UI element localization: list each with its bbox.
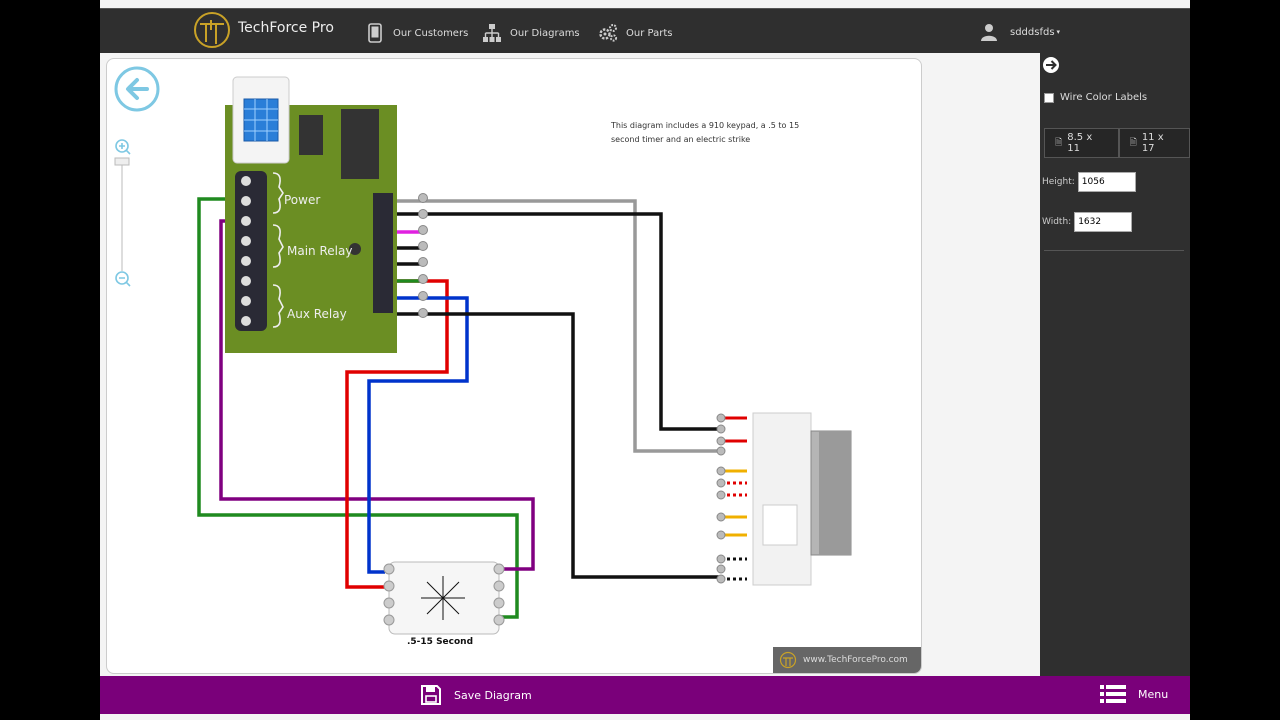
bottom-bar: Save Diagram Menu [100, 676, 1190, 714]
label-power: Power [284, 193, 321, 207]
side-panel: Wire Color Labels 🗎 8.5 x 11 🗎 11 x 17 H… [1040, 52, 1190, 676]
watermark: www.TechForcePro.com [773, 647, 921, 673]
wire-color-labels-label: Wire Color Labels [1060, 92, 1148, 103]
width-input[interactable] [1074, 212, 1133, 232]
height-row: Height: [1042, 172, 1136, 192]
height-label: Height: [1042, 177, 1075, 187]
label-aux-relay: Aux Relay [287, 307, 347, 321]
size-b-label: 11 x 17 [1141, 132, 1164, 154]
arrow-right-circle-icon[interactable] [1042, 56, 1060, 74]
width-label: Width: [1042, 217, 1072, 227]
nav-label-diagrams: Our Diagrams [510, 27, 580, 39]
right-letterbox [1190, 0, 1280, 720]
width-row: Width: [1042, 212, 1133, 232]
sitemap-icon [483, 24, 501, 42]
nav-our-parts[interactable]: Our Parts [598, 23, 672, 43]
zoom-in-icon[interactable] [115, 139, 131, 155]
tablet-icon [368, 23, 382, 43]
menu-label: Menu [1138, 687, 1169, 701]
page-size-buttons: 🗎 8.5 x 11 🗎 11 x 17 [1044, 128, 1190, 158]
caret-down-icon: ▾ [1056, 28, 1061, 36]
zoom-out-icon[interactable] [115, 271, 131, 287]
watermark-logo-icon [779, 651, 797, 669]
user-menu[interactable]: sdddsfds ▾ [980, 23, 1060, 41]
timer-label: .5-15 Second [407, 637, 474, 647]
floppy-disk-icon [421, 685, 441, 705]
timer-module [383, 561, 505, 635]
diagram-description: This diagram includes a 910 keypad, a .5… [611, 121, 800, 144]
gears-icon [599, 24, 618, 42]
nav-our-diagrams[interactable]: Our Diagrams [482, 23, 580, 43]
size-a-label: 8.5 x 11 [1067, 132, 1093, 154]
back-arrow-icon[interactable] [114, 66, 160, 112]
document-icon: 🗎 [1129, 138, 1137, 148]
panel-divider [1044, 250, 1184, 251]
size-8-5x11-button[interactable]: 🗎 8.5 x 11 [1044, 128, 1119, 158]
zoom-handle[interactable] [114, 157, 130, 166]
nav-label-parts: Our Parts [626, 27, 673, 39]
diagram-canvas[interactable]: This diagram includes a 910 keypad, a .5… [106, 58, 922, 674]
wiring-diagram [114, 66, 852, 635]
techforce-logo-icon [194, 12, 230, 48]
watermark-text: www.TechForcePro.com [803, 655, 908, 665]
electric-strike [716, 412, 852, 586]
nav-label-customers: Our Customers [393, 27, 469, 39]
app-frame: TechForce Pro Our Customers Our Diagrams… [100, 0, 1190, 720]
save-diagram-button[interactable]: Save Diagram [420, 684, 532, 706]
size-11x17-button[interactable]: 🗎 11 x 17 [1118, 128, 1190, 158]
board-terminals [418, 193, 428, 318]
username: sdddsfds [1010, 26, 1055, 38]
save-diagram-label: Save Diagram [454, 688, 532, 702]
top-navigation: TechForce Pro Our Customers Our Diagrams… [100, 8, 1190, 53]
height-input[interactable] [1077, 172, 1136, 192]
nav-our-customers[interactable]: Our Customers [365, 23, 468, 43]
wire-color-labels-toggle[interactable]: Wire Color Labels [1044, 92, 1147, 103]
wire-color-labels-checkbox[interactable] [1044, 92, 1054, 103]
user-icon [981, 24, 997, 41]
left-letterbox [0, 0, 100, 720]
menu-button[interactable]: Menu [1100, 684, 1168, 704]
list-menu-icon [1100, 685, 1126, 703]
label-main-relay: Main Relay [287, 244, 353, 258]
brand-name[interactable]: TechForce Pro [238, 20, 334, 36]
document-icon: 🗎 [1055, 138, 1063, 148]
